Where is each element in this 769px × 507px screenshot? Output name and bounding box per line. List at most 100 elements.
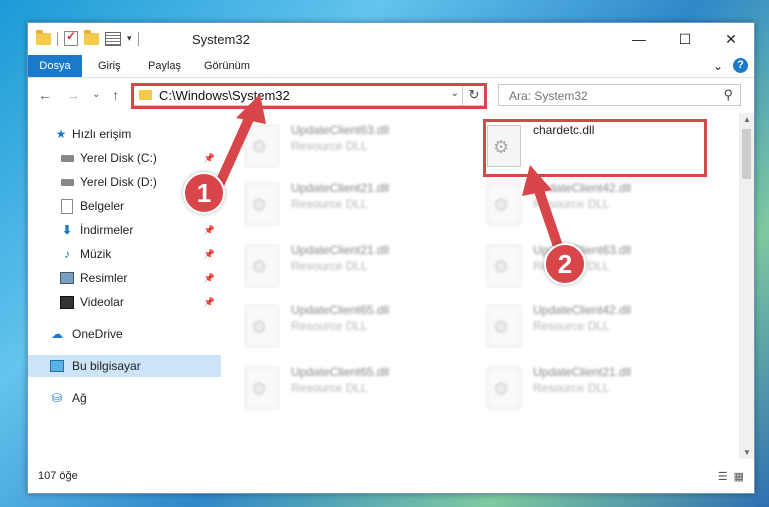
sidebar-item-music[interactable]: ♪ Müzik 📌: [28, 243, 221, 265]
search-icon: ⚲: [723, 87, 733, 102]
file-name: UpdateClient21.dll: [291, 243, 390, 257]
sidebar-item-network[interactable]: ⛁ Ağ: [28, 387, 221, 409]
list-item[interactable]: ⚙ UpdateClient42.dll Resource DLL: [487, 301, 717, 353]
expand-ribbon-icon[interactable]: ⌄: [713, 59, 723, 73]
list-item[interactable]: ⚙ UpdateClient63.dll Resource DLL: [245, 121, 475, 173]
vertical-scrollbar[interactable]: ▲ ▼: [739, 113, 754, 459]
step-2-badge: 2: [544, 243, 586, 285]
highlight-box-address: [131, 83, 487, 109]
dll-file-icon: ⚙: [245, 305, 279, 347]
help-icon[interactable]: ?: [733, 58, 748, 73]
file-type: Resource DLL: [533, 197, 610, 211]
item-count: 107 öğe: [38, 470, 78, 482]
video-icon: [60, 295, 74, 309]
dll-file-icon: ⚙: [245, 245, 279, 287]
pin-icon[interactable]: 📌: [204, 147, 215, 169]
download-icon: ⬇: [61, 223, 73, 237]
sidebar-item-onedrive[interactable]: ☁ OneDrive: [28, 323, 221, 345]
tab-view[interactable]: Görünüm: [204, 55, 250, 77]
list-item[interactable]: ⚙ UpdateClient42.dll Resource DLL: [487, 179, 717, 231]
file-type: Resource DLL: [291, 197, 368, 211]
sidebar-item-downloads[interactable]: ⬇ İndirmeler 📌: [28, 219, 221, 241]
window-controls: — ☐ ✕: [616, 23, 754, 55]
drive-icon: [60, 151, 74, 165]
dll-file-icon: ⚙: [487, 305, 521, 347]
pin-icon[interactable]: 📌: [204, 243, 215, 265]
navigation-pane: ★ Hızlı erişim Yerel Disk (C:) 📌 Yerel D…: [28, 113, 221, 459]
sidebar-item-this-pc[interactable]: Bu bilgisayar: [28, 355, 221, 377]
list-item[interactable]: ⚙ UpdateClient65.dll Resource DLL: [245, 301, 475, 353]
search-box[interactable]: ⚲: [498, 84, 741, 106]
pin-icon[interactable]: 📌: [204, 291, 215, 313]
details-view-icon[interactable]: ☰: [718, 470, 728, 483]
sidebar-item-local-disk-c[interactable]: Yerel Disk (C:) 📌: [28, 147, 221, 169]
file-type: Resource DLL: [291, 381, 368, 395]
sidebar-item-label: Hızlı erişim: [72, 127, 132, 141]
properties-check-icon[interactable]: [64, 29, 78, 46]
customize-toolbar-dropdown-icon[interactable]: ▾: [127, 33, 132, 44]
network-icon: ⛁: [51, 391, 63, 405]
tab-home[interactable]: Giriş: [98, 55, 121, 77]
list-item[interactable]: ⚙ UpdateClient21.dll Resource DLL: [245, 241, 475, 293]
ribbon-right-controls: ⌄ ?: [713, 58, 748, 73]
list-item[interactable]: ⚙ UpdateClient63.dll Resource DLL: [487, 241, 717, 293]
new-folder-icon[interactable]: [84, 29, 99, 45]
scroll-down-icon[interactable]: ▼: [743, 448, 751, 457]
file-name: UpdateClient65.dll: [291, 365, 390, 379]
back-arrow-icon[interactable]: ←: [38, 87, 52, 103]
list-item[interactable]: ⚙ UpdateClient21.dll Resource DLL: [245, 179, 475, 231]
toolbar-separator: [57, 31, 58, 46]
scrollbar-thumb[interactable]: [742, 129, 751, 179]
sidebar-item-label: Yerel Disk (C:): [80, 151, 157, 165]
music-icon: ♪: [64, 247, 70, 261]
dll-file-icon: ⚙: [487, 183, 521, 225]
forward-arrow-icon[interactable]: →: [66, 87, 80, 103]
folder-icon: [36, 29, 51, 45]
computer-icon: [50, 359, 64, 373]
star-icon: ★: [55, 127, 67, 141]
pin-icon[interactable]: 📌: [204, 219, 215, 241]
sidebar-item-label: Bu bilgisayar: [72, 359, 141, 373]
picture-icon: [60, 271, 74, 285]
recent-locations-chevron-icon[interactable]: ⌄: [92, 89, 100, 100]
file-type: Resource DLL: [291, 259, 368, 273]
search-input[interactable]: [507, 86, 711, 106]
sidebar-item-label: Videolar: [80, 295, 124, 309]
pin-icon[interactable]: 📌: [204, 267, 215, 289]
sidebar-item-videos[interactable]: Videolar 📌: [28, 291, 221, 313]
sidebar-item-label: OneDrive: [72, 327, 123, 341]
minimize-button[interactable]: —: [616, 23, 662, 55]
toolbar-separator: [137, 31, 139, 46]
dll-file-icon: ⚙: [487, 367, 521, 409]
highlight-box-file: [483, 119, 707, 177]
file-name: UpdateClient21.dll: [533, 365, 632, 379]
close-button[interactable]: ✕: [708, 23, 754, 55]
list-item[interactable]: ⚙ UpdateClient65.dll Resource DLL: [245, 363, 475, 415]
file-type: Resource DLL: [291, 139, 368, 153]
drive-icon: [60, 175, 74, 189]
file-list: ⚙ UpdateClient63.dll Resource DLL ⚙ char…: [221, 113, 739, 459]
sidebar-item-label: Müzik: [80, 247, 112, 261]
sidebar-item-pictures[interactable]: Resimler 📌: [28, 267, 221, 289]
maximize-button[interactable]: ☐: [662, 23, 708, 55]
scroll-up-icon[interactable]: ▲: [743, 115, 751, 124]
up-arrow-icon[interactable]: ↑: [112, 87, 119, 103]
file-type: Resource DLL: [533, 381, 610, 395]
dll-file-icon: ⚙: [487, 245, 521, 287]
title-bar: ▾ System32 — ☐ ✕: [28, 23, 754, 55]
sidebar-item-quick-access[interactable]: ★ Hızlı erişim: [28, 123, 221, 145]
file-type: Resource DLL: [533, 319, 610, 333]
file-name: UpdateClient42.dll: [533, 303, 632, 317]
file-name: UpdateClient63.dll: [291, 123, 390, 137]
tab-share[interactable]: Paylaş: [148, 55, 181, 77]
step-1-badge: 1: [183, 172, 225, 214]
dll-file-icon: ⚙: [245, 183, 279, 225]
file-name: UpdateClient65.dll: [291, 303, 390, 317]
tab-file[interactable]: Dosya: [28, 55, 82, 77]
quick-access-toolbar: ▾: [36, 29, 139, 46]
ribbon-tabs: Dosya Giriş Paylaş Görünüm ⌄ ?: [28, 55, 754, 78]
file-type: Resource DLL: [291, 319, 368, 333]
properties-icon[interactable]: [105, 31, 121, 46]
large-icons-view-icon[interactable]: ▦: [734, 470, 744, 483]
list-item[interactable]: ⚙ UpdateClient21.dll Resource DLL: [487, 363, 717, 415]
